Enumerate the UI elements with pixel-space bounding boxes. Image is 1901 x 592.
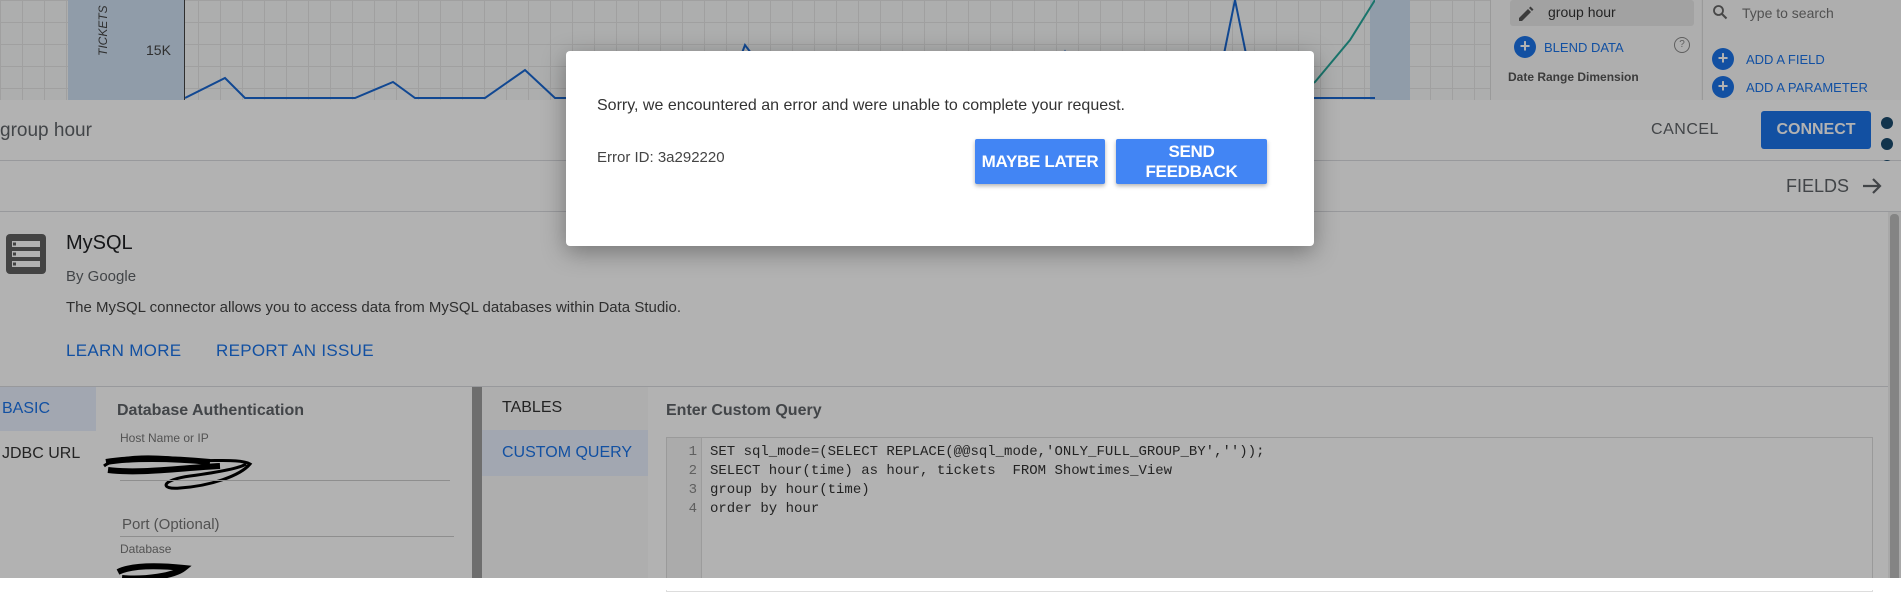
error-id: Error ID: 3a292220 bbox=[597, 149, 725, 166]
maybe-later-button[interactable]: MAYBE LATER bbox=[975, 139, 1105, 184]
send-feedback-button[interactable]: SEND FEEDBACK bbox=[1116, 139, 1267, 184]
page-bottom-edge bbox=[0, 578, 1901, 590]
error-message: Sorry, we encountered an error and were … bbox=[597, 97, 1125, 114]
